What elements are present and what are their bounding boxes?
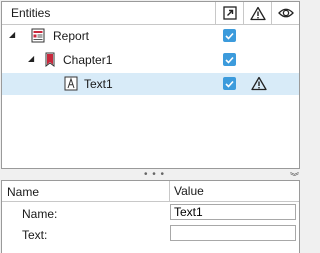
tree-label-text1: Text1 [84,77,113,91]
value-column-header[interactable]: Value [169,181,204,201]
visibility-checkbox-report[interactable] [223,29,236,42]
expand-arrow-icon[interactable]: ◢ [9,30,15,39]
tree-label-report: Report [53,29,90,43]
warning-icon[interactable] [251,76,267,91]
tree-row-text1[interactable]: Text1 [2,73,299,95]
checkmark-icon [225,56,234,64]
warning-icon [249,6,266,20]
properties-panel: Name Value Name: Text: [1,180,300,253]
property-label-name: Name: [22,207,58,221]
panel-splitter[interactable]: • • • ︾ [0,169,303,182]
tree-row-report[interactable]: ◢ Report [2,25,299,47]
property-row-text: Text: [2,223,299,244]
name-column-header[interactable]: Name [7,185,39,199]
visibility-checkbox-text1[interactable] [223,77,236,90]
eye-icon [277,8,294,18]
entities-header: Entities [2,2,299,25]
expand-link-column-header[interactable] [215,2,243,24]
splitter-handle[interactable]: • • • [144,169,165,180]
visibility-checkbox-chapter1[interactable] [223,53,236,66]
property-row-name: Name: [2,202,299,223]
property-value-text-input[interactable] [170,225,296,241]
report-icon [31,28,45,43]
text-icon [64,76,78,91]
checkmark-icon [225,80,234,88]
tree-row-chapter1[interactable]: ◢ Chapter1 [2,49,299,71]
entities-title: Entities [11,6,51,20]
warning-column-header[interactable] [243,2,271,24]
property-label-text: Text: [22,228,48,242]
tree-label-chapter1: Chapter1 [63,53,113,67]
eye-column-header[interactable] [271,2,299,24]
expand-arrow-icon[interactable]: ◢ [28,54,34,63]
properties-header: Name Value [2,181,299,202]
expand-link-icon [222,6,237,20]
checkmark-icon [225,32,234,40]
property-value-name-input[interactable] [170,204,296,220]
chapter-icon [45,52,55,67]
entities-panel: Entities ◢ Report ◢ Chapter1 Text1 [1,1,300,169]
